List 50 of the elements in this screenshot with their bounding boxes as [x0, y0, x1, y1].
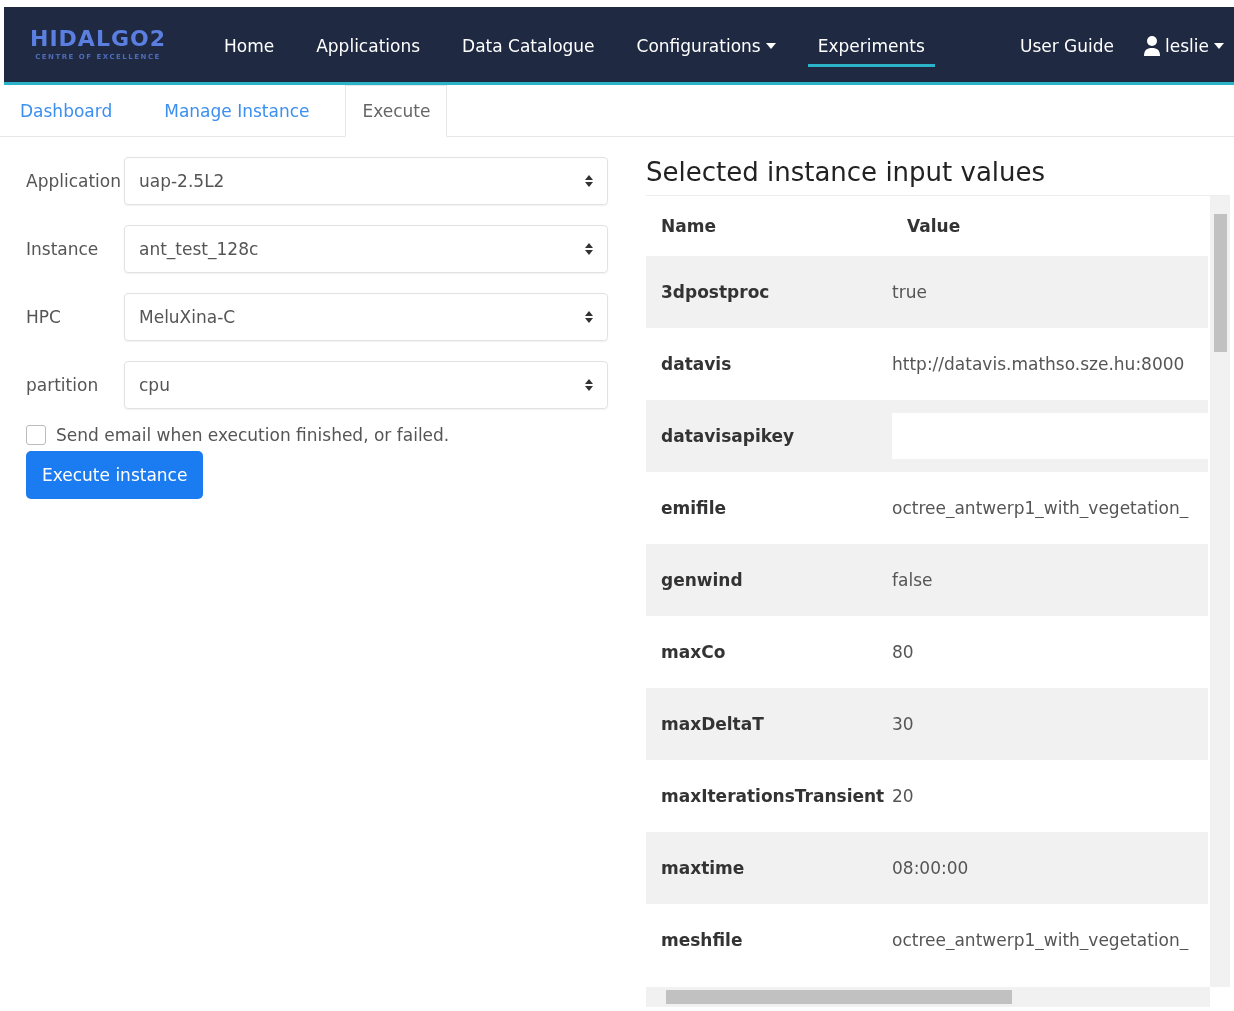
- table-cell-text: meshfile: [660, 930, 744, 950]
- table-cell-text: datavis: [660, 354, 733, 374]
- nav-link[interactable]: Experiments: [807, 28, 935, 67]
- select-field[interactable]: uap-2.5L2: [124, 157, 608, 205]
- field-label: HPC: [26, 307, 62, 327]
- table-cell-text: http://datavis.mathso.sze.hu:8000: [892, 354, 1186, 374]
- sort-caret-icon: [585, 175, 593, 187]
- horizontal-scrollbar[interactable]: [646, 987, 1210, 1007]
- table-cell-text: 20: [892, 786, 915, 806]
- table-cell-text: genwind: [660, 570, 744, 590]
- table-cell-text: true: [892, 282, 928, 302]
- nav-link[interactable]: Configurations: [626, 28, 786, 67]
- select-field[interactable]: ant_test_128c: [124, 225, 608, 273]
- table-cell-text: maxIterationsTransient: [660, 786, 886, 806]
- vertical-scrollbar[interactable]: [1210, 196, 1230, 987]
- table-cell-text: 30: [892, 714, 915, 734]
- nav-link[interactable]: Data Catalogue: [452, 28, 605, 67]
- table-cell-text: emifile: [660, 498, 728, 518]
- select-field[interactable]: cpu: [124, 361, 608, 409]
- table-cell-text: octree_antwerp1_with_vegetation_: [892, 498, 1190, 518]
- logo-title: HIDALGO2: [30, 28, 166, 50]
- user-menu[interactable]: leslie: [1134, 28, 1234, 67]
- sort-caret-icon: [585, 243, 593, 255]
- table-cell-text: 80: [892, 642, 915, 662]
- nav-link[interactable]: Home: [214, 28, 285, 67]
- nav-link[interactable]: Applications: [306, 28, 431, 67]
- table-cell-text: maxDeltaT: [660, 714, 765, 734]
- table-cell-text: octree_antwerp1_with_vegetation_: [892, 930, 1190, 950]
- table-cell-text: 08:00:00: [892, 858, 970, 878]
- caret-icon: [1214, 43, 1224, 49]
- table-cell-text: 3dpostproc: [660, 282, 771, 302]
- field-label: partition: [26, 375, 100, 395]
- column-header: Value: [906, 216, 962, 236]
- column-header: Name: [660, 216, 717, 236]
- table-cell-text: maxCo: [660, 642, 727, 662]
- table-cell-text: maxtime: [660, 858, 746, 878]
- sort-caret-icon: [585, 379, 593, 391]
- table-cell-text: datavisapikey: [660, 426, 796, 446]
- execute-button[interactable]: Execute instance: [26, 451, 204, 499]
- user-icon: [1144, 36, 1161, 56]
- select-field[interactable]: MeluXina-C: [124, 293, 608, 341]
- nav-link[interactable]: User Guide: [1009, 28, 1125, 67]
- field-label: Instance: [26, 239, 100, 259]
- section-title: Selected instance input values: [646, 157, 1047, 187]
- table-cell-text: false: [892, 570, 934, 590]
- checkbox[interactable]: [26, 425, 46, 445]
- tab[interactable]: Execute: [345, 85, 448, 137]
- checkbox-label: Send email when execution finished, or failed.: [56, 425, 450, 445]
- field-label: Application: [26, 171, 122, 191]
- sort-caret-icon: [585, 311, 593, 323]
